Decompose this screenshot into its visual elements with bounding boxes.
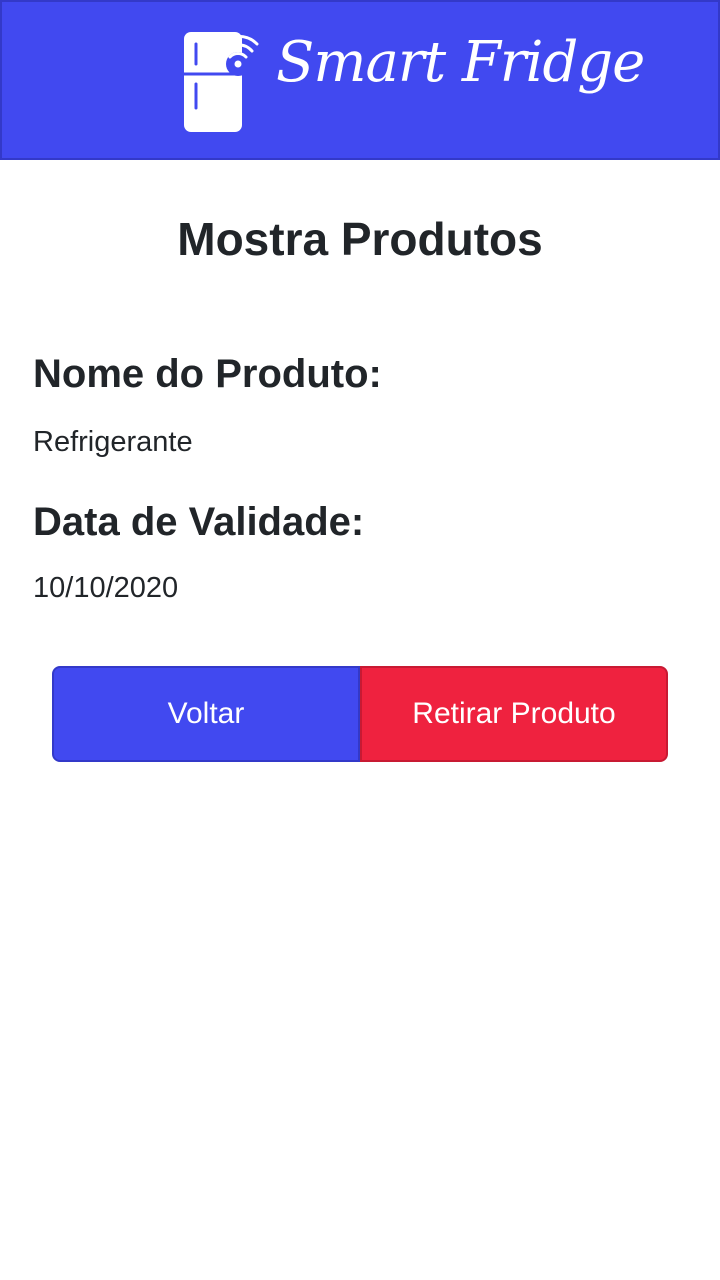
product-name-label: Nome do Produto:	[33, 352, 382, 396]
app-header: Smart Fridge	[0, 0, 720, 160]
expiry-date-value: 10/10/2020	[33, 572, 179, 604]
action-button-group: Voltar Retirar Produto	[52, 666, 668, 762]
remove-product-button[interactable]: Retirar Produto	[360, 666, 668, 762]
back-button[interactable]: Voltar	[52, 666, 360, 762]
page-title: Mostra Produtos	[177, 213, 543, 265]
smart-fridge-wifi-icon	[184, 32, 259, 132]
product-name-value: Refrigerante	[33, 426, 193, 458]
app-logo-text: Smart Fridge	[276, 30, 645, 95]
expiry-date-label: Data de Validade:	[33, 500, 365, 544]
